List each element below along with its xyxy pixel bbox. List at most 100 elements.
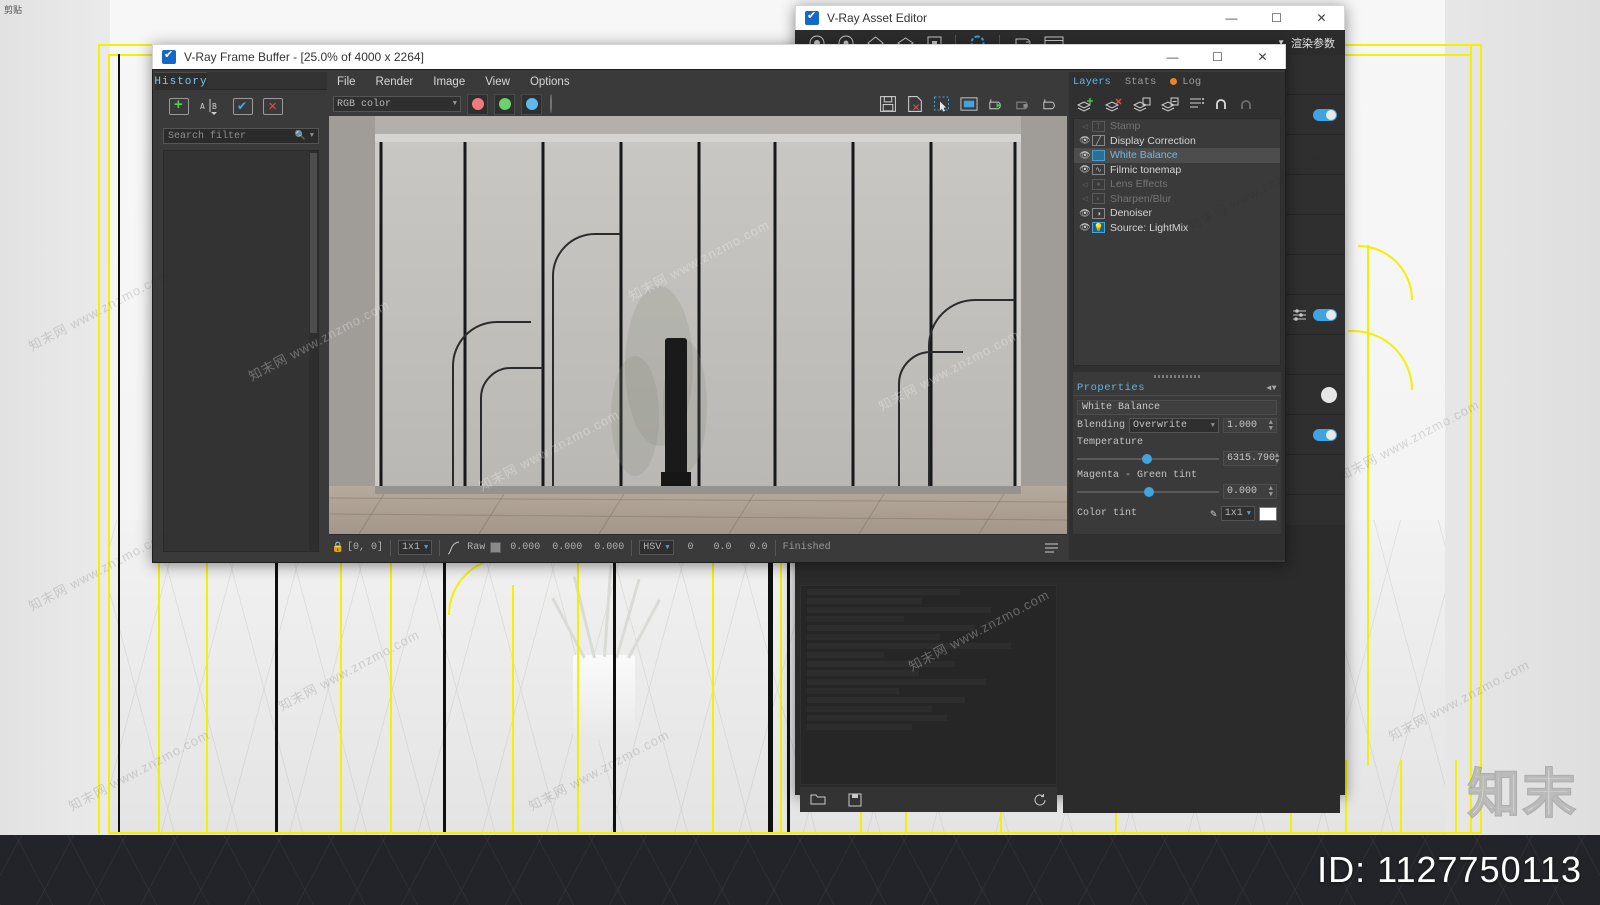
- render-image-viewport[interactable]: [329, 116, 1067, 534]
- list-icon[interactable]: [1044, 542, 1059, 554]
- visibility-icon[interactable]: ⏿: [1078, 121, 1092, 132]
- toggle-switch[interactable]: [1313, 308, 1337, 321]
- delete-layer-icon[interactable]: [1105, 97, 1123, 112]
- frame-buffer-statusbar[interactable]: 🔒 [0, 0] 1x1 ▼ Raw 0.000 0.000 0.000 HSV…: [329, 534, 1067, 560]
- strip-row[interactable]: [1286, 95, 1345, 135]
- frame-buffer-toolbar[interactable]: RGB color ▼: [329, 92, 1067, 116]
- redo-icon[interactable]: [1240, 98, 1255, 111]
- undo-icon[interactable]: [1215, 98, 1230, 111]
- menu-render[interactable]: Render: [376, 76, 414, 88]
- frame-buffer-menubar[interactable]: File Render Image View Options: [329, 72, 1067, 92]
- eyedropper-icon[interactable]: ✎: [1210, 507, 1217, 521]
- asset-editor-window-buttons[interactable]: — ☐ ✕: [1209, 6, 1344, 30]
- maximize-button[interactable]: ☐: [1195, 45, 1240, 69]
- magenta-green-slider[interactable]: [1077, 485, 1219, 499]
- properties-resize-grip[interactable]: [1073, 372, 1281, 381]
- curve-icon[interactable]: [447, 541, 461, 555]
- blending-amount-field[interactable]: 1.000 ▲ ▼: [1223, 418, 1277, 433]
- open-folder-icon[interactable]: [810, 793, 826, 806]
- history-list[interactable]: [163, 150, 319, 552]
- magenta-green-field[interactable]: 0.000 ▲ ▼: [1223, 484, 1277, 499]
- spinner-icon[interactable]: ▲ ▼: [1269, 419, 1273, 432]
- history-tabbar[interactable]: History: [154, 72, 327, 90]
- menu-view[interactable]: View: [485, 76, 510, 88]
- layer-row-source-lightmix[interactable]: 👁 💡 Source: LightMix: [1074, 221, 1280, 236]
- start-render-icon[interactable]: [987, 95, 1005, 113]
- visibility-icon[interactable]: 👁: [1078, 135, 1092, 146]
- menu-file[interactable]: File: [337, 76, 356, 88]
- sliders-icon[interactable]: [1292, 308, 1307, 321]
- tab-stats[interactable]: Stats: [1125, 76, 1157, 88]
- history-scrollbar[interactable]: [309, 151, 318, 551]
- menu-image[interactable]: Image: [433, 76, 465, 88]
- layer-presets-icon[interactable]: [1189, 97, 1205, 111]
- stop-render-icon[interactable]: [1014, 95, 1032, 113]
- delete-history-icon[interactable]: [263, 98, 283, 115]
- spinner-icon[interactable]: ▲ ▼: [1275, 452, 1279, 465]
- strip-row[interactable]: [1286, 255, 1345, 295]
- magenta-green-row[interactable]: 0.000 ▲ ▼: [1073, 481, 1281, 499]
- visibility-icon[interactable]: 👁: [1078, 150, 1092, 161]
- save-image-icon[interactable]: [879, 95, 897, 113]
- round-knob[interactable]: [1321, 386, 1337, 403]
- close-button[interactable]: ✕: [1299, 6, 1344, 30]
- save-image-as-icon[interactable]: [906, 95, 924, 113]
- layer-list[interactable]: ⏿ T Stamp 👁 ╱ Display Correction 👁 White…: [1073, 118, 1281, 366]
- load-layers-icon[interactable]: [1161, 97, 1179, 112]
- tab-log[interactable]: Log: [1170, 76, 1201, 88]
- minimize-button[interactable]: —: [1150, 45, 1195, 69]
- pixel-sampler-select[interactable]: 1x1 ▼: [398, 540, 433, 555]
- frame-buffer-window-buttons[interactable]: — ☐ ✕: [1150, 45, 1285, 69]
- strip-row[interactable]: [1286, 175, 1345, 215]
- vray-render-icon[interactable]: [1041, 95, 1059, 113]
- visibility-icon[interactable]: 👁: [1078, 164, 1092, 175]
- strip-row[interactable]: [1286, 135, 1345, 175]
- strip-row[interactable]: [1286, 455, 1345, 495]
- temperature-slider[interactable]: [1077, 452, 1219, 466]
- channel-select[interactable]: RGB color ▼: [333, 96, 461, 112]
- add-layer-icon[interactable]: [1077, 97, 1095, 112]
- visibility-icon[interactable]: 👁: [1078, 222, 1092, 233]
- visibility-icon[interactable]: ⏿: [1078, 193, 1092, 204]
- check-history-icon[interactable]: [233, 98, 253, 115]
- asset-editor-toggle-strip[interactable]: [1285, 55, 1345, 525]
- search-icon[interactable]: 🔍: [295, 131, 306, 141]
- minimize-button[interactable]: —: [1209, 6, 1254, 30]
- alpha-channel-button[interactable]: [550, 94, 552, 113]
- strip-row[interactable]: [1286, 55, 1345, 95]
- compare-ab-icon[interactable]: AB: [199, 98, 223, 116]
- green-channel-button[interactable]: [494, 93, 515, 115]
- layers-tabbar[interactable]: Layers Stats Log: [1069, 72, 1285, 92]
- red-channel-button[interactable]: [467, 93, 488, 115]
- menu-options[interactable]: Options: [530, 76, 570, 88]
- history-scroll-thumb[interactable]: [310, 153, 317, 333]
- frame-buffer-right-tools[interactable]: [879, 95, 1067, 113]
- toggle-switch[interactable]: [1313, 428, 1337, 441]
- blue-channel-button[interactable]: [521, 93, 542, 115]
- temperature-row[interactable]: 6315.790 ▲ ▼: [1073, 448, 1281, 466]
- layer-row-stamp[interactable]: ⏿ T Stamp: [1074, 119, 1280, 134]
- temperature-field[interactable]: 6315.790 ▲ ▼: [1223, 451, 1279, 466]
- frame-buffer-window[interactable]: V-Ray Frame Buffer - [25.0% of 4000 x 22…: [152, 44, 1286, 563]
- frame-buffer-titlebar[interactable]: V-Ray Frame Buffer - [25.0% of 4000 x 22…: [152, 44, 1286, 69]
- blending-row[interactable]: Blending Overwrite ▼ 1.000 ▲ ▼: [1073, 415, 1281, 433]
- fit-view-icon[interactable]: [960, 95, 978, 113]
- tab-history[interactable]: History: [154, 72, 207, 90]
- add-history-icon[interactable]: [169, 96, 189, 115]
- blending-select[interactable]: Overwrite ▼: [1129, 418, 1219, 433]
- strip-row[interactable]: [1286, 415, 1345, 455]
- lock-icon[interactable]: 🔒: [329, 542, 347, 554]
- close-button[interactable]: ✕: [1240, 45, 1285, 69]
- toggle-switch[interactable]: [1313, 108, 1337, 121]
- strip-row[interactable]: [1286, 335, 1345, 375]
- layer-row-lens-effects[interactable]: ⏿ ✦ Lens Effects: [1074, 177, 1280, 192]
- history-toolbar[interactable]: AB: [155, 90, 327, 122]
- chevron-down-icon[interactable]: ◀▼: [1266, 383, 1277, 393]
- visibility-icon[interactable]: ⏿: [1078, 179, 1092, 190]
- layer-row-filmic-tonemap[interactable]: 👁 ∿ Filmic tonemap: [1074, 163, 1280, 178]
- render-params-dropdown[interactable]: ▼ 渲染参数: [1277, 35, 1345, 51]
- reset-icon[interactable]: [1033, 793, 1047, 807]
- layers-toolbar[interactable]: [1069, 92, 1285, 116]
- color-tint-row[interactable]: Color tint ✎ 1x1 ▼: [1073, 503, 1281, 521]
- asset-editor-log-toolbar[interactable]: [800, 787, 1057, 812]
